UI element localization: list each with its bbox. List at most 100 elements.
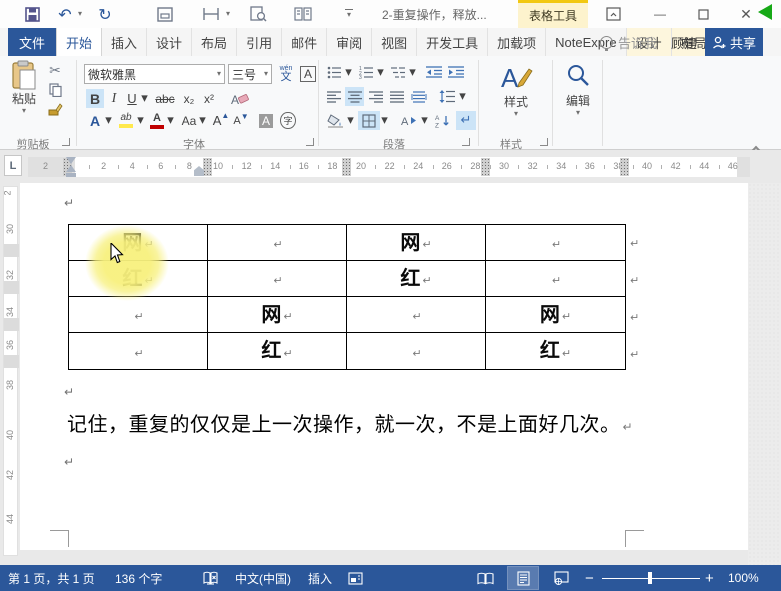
zoom-in-button[interactable]: + (705, 565, 714, 591)
tab-审阅[interactable]: 审阅 (327, 28, 372, 56)
tab-stop-selector[interactable]: L (4, 155, 22, 176)
change-case-dropdown-icon[interactable]: ▾ (198, 111, 207, 130)
page-number-status[interactable]: 第 1 页，共 1 页 (8, 565, 95, 591)
table-column-marker[interactable] (620, 158, 629, 176)
insert-break-button[interactable] (200, 3, 222, 25)
table-cell-r3c2[interactable]: 网↵ (208, 297, 347, 333)
styles-button[interactable]: A 样式 ▾ (488, 61, 544, 118)
editing-button[interactable]: 编辑 ▾ (558, 63, 598, 117)
macro-record-status[interactable] (348, 565, 363, 591)
line-spacing-dropdown-icon[interactable]: ▾ (458, 87, 467, 106)
styles-dialog-launcher[interactable] (540, 138, 548, 146)
text-effects-button[interactable]: A (86, 111, 104, 130)
table-cell-r1c3[interactable]: 网↵ (347, 225, 486, 261)
table-cell-r2c2[interactable]: ↵ (208, 261, 347, 297)
font-color-dropdown-icon[interactable]: ▾ (166, 111, 175, 130)
multilevel-dropdown-icon[interactable]: ▾ (408, 63, 417, 81)
align-center-button[interactable] (345, 87, 364, 106)
maximize-button[interactable] (690, 4, 716, 24)
bullets-dropdown-icon[interactable]: ▾ (344, 63, 353, 81)
borders-dropdown-icon[interactable]: ▾ (380, 111, 389, 130)
tab-引用[interactable]: 引用 (237, 28, 282, 56)
multilevel-list-button[interactable] (388, 63, 408, 81)
strikethrough-button[interactable]: abc (152, 89, 178, 108)
close-button[interactable]: ✕ (733, 4, 759, 24)
character-shading-button[interactable]: A (256, 111, 276, 130)
superscript-button[interactable]: x² (200, 89, 218, 108)
zoom-level[interactable]: 100% (728, 565, 759, 591)
table-cell-r3c3[interactable]: ↵ (347, 297, 486, 333)
text-effects-dropdown-icon[interactable]: ▾ (104, 111, 113, 130)
font-name-combo[interactable]: 微软雅黑 ▾ (84, 64, 225, 84)
distribute-button[interactable] (408, 87, 429, 106)
font-dialog-launcher[interactable] (306, 138, 314, 146)
table-cell-r1c2[interactable]: ↵ (208, 225, 347, 261)
horizontal-ruler[interactable]: 2246810121416182022242628303234363840424… (28, 157, 750, 177)
shading-dropdown-icon[interactable]: ▾ (346, 111, 355, 130)
user-name[interactable]: 顾建 (671, 28, 697, 56)
multiple-pages-button[interactable] (292, 3, 314, 25)
tab-开始[interactable]: 开始 (56, 28, 102, 56)
show-hide-marks-button[interactable]: ↵ (456, 111, 476, 130)
table-cell-r4c2[interactable]: 红↵ (208, 333, 347, 369)
enclose-characters-button[interactable]: 字 (278, 111, 298, 130)
undo-dropdown-icon[interactable]: ▾ (76, 3, 84, 25)
table-cell-r3c4[interactable]: 网↵ (486, 297, 625, 333)
tab-插入[interactable]: 插入 (102, 28, 147, 56)
tell-me-box[interactable]: 告诉我 (600, 28, 657, 56)
bullets-button[interactable] (324, 63, 344, 81)
zoom-slider-thumb[interactable] (648, 572, 652, 584)
grow-font-button[interactable]: A▲ (212, 111, 230, 130)
hanging-indent-marker[interactable] (66, 165, 76, 172)
insert-mode-status[interactable]: 插入 (308, 565, 332, 591)
italic-button[interactable]: I (106, 89, 122, 108)
character-border-button[interactable]: A (298, 62, 318, 86)
increase-indent-button[interactable] (446, 63, 466, 81)
table-cell-r1c4[interactable]: ↵ (486, 225, 625, 261)
tab-视图[interactable]: 视图 (372, 28, 417, 56)
first-line-indent-marker[interactable] (66, 157, 76, 164)
qat-customize-button[interactable]: ▾ (342, 3, 356, 25)
character-scaling-dropdown-icon[interactable]: ▾ (420, 111, 429, 130)
tab-加载项[interactable]: 加载项 (488, 28, 546, 56)
ribbon-display-options-button[interactable] (600, 4, 626, 24)
break-dropdown-icon[interactable]: ▾ (224, 3, 232, 25)
tab-开发工具[interactable]: 开发工具 (417, 28, 488, 56)
numbering-dropdown-icon[interactable]: ▾ (376, 63, 385, 81)
subscript-button[interactable]: x₂ (180, 89, 198, 108)
read-mode-button[interactable] (470, 567, 500, 589)
word-count-status[interactable]: 136 个字 (115, 565, 162, 591)
print-layout-button[interactable] (508, 567, 538, 589)
proofing-status[interactable] (203, 565, 218, 591)
tab-设计[interactable]: 设计 (147, 28, 192, 56)
sort-button[interactable]: AZ (432, 111, 452, 130)
table-column-marker[interactable] (203, 158, 212, 176)
minimize-button[interactable]: — (647, 4, 673, 24)
save-button[interactable] (22, 3, 42, 25)
web-layout-button[interactable] (546, 567, 576, 589)
highlight-dropdown-icon[interactable]: ▾ (136, 111, 145, 130)
numbering-button[interactable]: 123 (356, 63, 376, 81)
body-paragraph[interactable]: 记住，重复的仅仅是上一次操作，就一次，不是上面好几次。↵ (67, 408, 642, 437)
tab-邮件[interactable]: 邮件 (282, 28, 327, 56)
table-column-marker[interactable] (342, 158, 351, 176)
clipboard-dialog-launcher[interactable] (62, 138, 70, 146)
align-right-button[interactable] (366, 87, 385, 106)
repeat-button[interactable]: ↻ (95, 3, 115, 25)
borders-button[interactable] (358, 111, 380, 130)
share-button[interactable]: 共享 (705, 28, 763, 56)
change-case-button[interactable]: Aa (178, 111, 200, 130)
underline-button[interactable]: U (124, 89, 140, 108)
underline-dropdown-icon[interactable]: ▾ (140, 89, 149, 108)
table-cell-r3c1[interactable]: ↵ (69, 297, 208, 333)
table-cell-r2c4[interactable]: ↵ (486, 261, 625, 297)
print-preview-button[interactable] (247, 3, 269, 25)
justify-button[interactable] (387, 87, 406, 106)
character-scaling-button[interactable]: A (396, 111, 420, 130)
paragraph-dialog-launcher[interactable] (462, 138, 470, 146)
table-cell-r4c4[interactable]: 红↵ (486, 333, 625, 369)
align-left-button[interactable] (324, 87, 343, 106)
zoom-out-button[interactable]: − (585, 565, 594, 591)
tab-file[interactable]: 文件 (8, 28, 56, 56)
language-status[interactable]: 中文(中国) (235, 565, 291, 591)
